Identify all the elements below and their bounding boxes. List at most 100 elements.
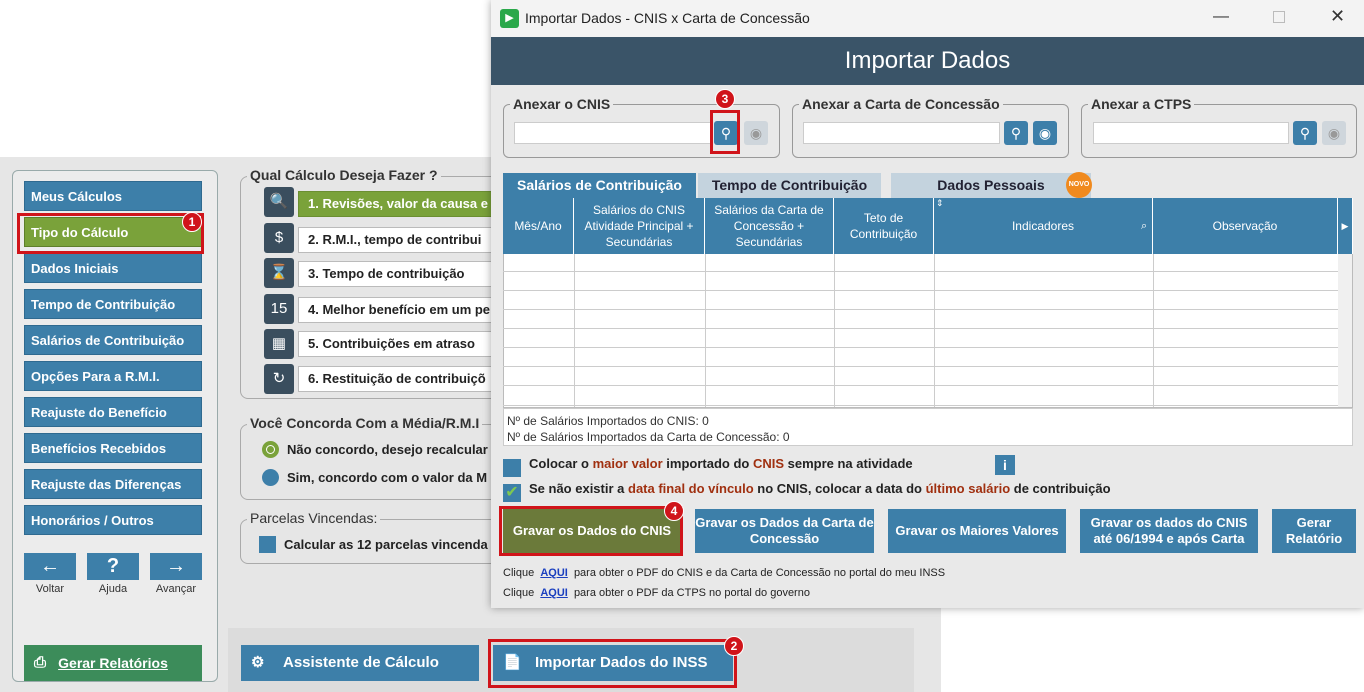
nav-dados-iniciais[interactable]: Dados Iniciais <box>24 253 202 283</box>
step-badge-4: 4 <box>664 501 684 521</box>
parcelas-title: Parcelas Vincendas: <box>247 510 381 526</box>
table-row[interactable] <box>503 291 1338 310</box>
table-row[interactable] <box>503 254 1338 272</box>
table-row[interactable] <box>503 348 1338 367</box>
attach-ctps-label: Anexar a CTPS <box>1088 96 1195 112</box>
carta-file-input[interactable] <box>803 122 1000 144</box>
nav-beneficios-recebidos[interactable]: Benefícios Recebidos <box>24 433 202 463</box>
import-dialog: ▶ Importar Dados - CNIS x Carta de Conce… <box>491 0 1364 608</box>
vertical-scrollbar[interactable] <box>1338 254 1352 407</box>
forward-button[interactable]: → <box>150 553 202 580</box>
info-icon[interactable]: i <box>995 455 1015 475</box>
ctps-pdf-link-line: Clique AQUI para obter o PDF da CTPS no … <box>503 587 810 599</box>
parcelas-checkbox[interactable] <box>259 536 276 553</box>
radio-nao-concordo[interactable] <box>262 441 279 458</box>
table-row[interactable] <box>503 367 1338 386</box>
calc-option-5[interactable]: 5. Contribuições em atraso <box>298 331 494 357</box>
nav-meus-calculos[interactable]: Meus Cálculos <box>24 181 202 211</box>
count-carta: Nº de Salários Importados da Carta de Co… <box>507 430 790 444</box>
gravar-carta-button[interactable]: Gravar os Dados da Carta de Concessão <box>695 509 874 553</box>
cnis-pdf-link-line: Clique AQUI para obter o PDF do CNIS e d… <box>503 567 946 579</box>
col-salarios-cnis[interactable]: Salários do CNIS Atividade Principal + S… <box>574 198 705 254</box>
assistente-calculo-button[interactable]: ⚙ Assistente de Cálculo <box>241 645 479 681</box>
nav-salarios-contribuicao[interactable]: Salários de Contribuição <box>24 325 202 355</box>
gerar-relatorio-button[interactable]: Gerar Relatório <box>1272 509 1356 553</box>
eye-icon: ◉ <box>749 125 763 141</box>
col-teto[interactable]: Teto de Contribuição <box>834 198 934 254</box>
parcelas-checkbox-label: Calcular as 12 parcelas vincenda <box>284 537 488 552</box>
col-divider <box>705 254 706 407</box>
carta-search-button[interactable]: ⚲ <box>1004 121 1028 145</box>
gerar-relatorios-label: Gerar Relatórios <box>58 655 168 671</box>
calc-option-1[interactable]: 1. Revisões, valor da causa e <box>298 191 494 217</box>
maior-valor-checkbox[interactable] <box>503 459 521 477</box>
col-indicadores[interactable]: Indicadores <box>934 198 1153 254</box>
cnis-file-input[interactable] <box>514 122 711 144</box>
step-badge-2: 2 <box>724 636 744 656</box>
printer-icon: ⎙ <box>34 654 47 671</box>
radio-nao-concordo-label: Não concordo, desejo recalcular <box>287 442 488 457</box>
table-row[interactable] <box>503 310 1338 329</box>
nav-opcoes-rmi[interactable]: Opções Para a R.M.I. <box>24 361 202 391</box>
ctps-file-input[interactable] <box>1093 122 1289 144</box>
ctps-search-button[interactable]: ⚲ <box>1293 121 1317 145</box>
dialog-header: Importar Dados <box>491 37 1364 85</box>
ctps-view-button[interactable]: ◉ <box>1322 121 1346 145</box>
help-button[interactable]: ? <box>87 553 139 580</box>
table-row[interactable] <box>503 386 1338 406</box>
col-mes-ano[interactable]: Mês/Ano <box>503 198 574 254</box>
tab-tempo[interactable]: Tempo de Contribuição <box>698 173 881 198</box>
gravar-1994-button[interactable]: Gravar os dados do CNIS até 06/1994 e ap… <box>1080 509 1258 553</box>
new-badge: NOVO <box>1066 172 1092 198</box>
carta-view-button[interactable]: ◉ <box>1033 121 1057 145</box>
calc-option-4[interactable]: 4. Melhor benefício em um pe <box>298 297 494 323</box>
search-icon: ⚲ <box>1010 125 1022 141</box>
eye-icon: ◉ <box>1327 125 1341 141</box>
col-salarios-carta[interactable]: Salários da Carta de Concessão + Secundá… <box>705 198 834 254</box>
gravar-maiores-button[interactable]: Gravar os Maiores Valores <box>888 509 1066 553</box>
cnis-pdf-link[interactable]: AQUI <box>540 567 568 579</box>
calendar-icon: 15 <box>264 294 294 324</box>
eye-icon: ◉ <box>1038 125 1052 141</box>
money-return-icon: ↻ <box>264 364 294 394</box>
col-observacao[interactable]: Observação <box>1153 198 1338 254</box>
agree-group <box>240 424 500 500</box>
step-badge-3: 3 <box>715 89 735 109</box>
minimize-icon[interactable]: — <box>1213 8 1229 26</box>
search-icon: ⌕ <box>1141 220 1148 232</box>
highlight-tipo-calculo <box>17 213 204 254</box>
col-divider <box>834 254 835 407</box>
maior-valor-label: Colocar o maior valor importado do CNIS … <box>529 456 913 471</box>
radio-sim-concordo-label: Sim, concordo com o valor da M <box>287 470 488 485</box>
data-final-checkbox[interactable]: ✔ <box>503 484 521 502</box>
cnis-view-button[interactable]: ◉ <box>744 121 768 145</box>
hand-money-icon: $ <box>264 223 294 253</box>
tab-dados-pessoais[interactable]: Dados Pessoais <box>891 173 1091 198</box>
nav-reajuste-diferencas[interactable]: Reajuste das Diferenças <box>24 469 202 499</box>
ctps-pdf-link[interactable]: AQUI <box>540 587 568 599</box>
maximize-icon[interactable] <box>1273 11 1285 23</box>
nav-tempo-contribuicao[interactable]: Tempo de Contribuição <box>24 289 202 319</box>
radio-sim-concordo[interactable] <box>262 469 279 486</box>
col-divider <box>934 254 935 407</box>
close-icon[interactable]: ✕ <box>1330 6 1345 27</box>
nav-honorarios-outros[interactable]: Honorários / Outros <box>24 505 202 535</box>
sort-icon: ⇕ <box>936 198 944 208</box>
data-final-label: Se não existir a data final do vínculo n… <box>529 481 1111 496</box>
calc-option-2[interactable]: 2. R.M.I., tempo de contribui <box>298 227 494 253</box>
calc-type-title: Qual Cálculo Deseja Fazer ? <box>247 167 441 183</box>
table-row[interactable] <box>503 329 1338 348</box>
agree-title: Você Concorda Com a Média/R.M.I <box>247 415 483 431</box>
table-row[interactable] <box>503 272 1338 291</box>
calc-option-3[interactable]: 3. Tempo de contribuição <box>298 261 494 287</box>
back-button[interactable]: ← <box>24 553 76 580</box>
scroll-right-icon[interactable]: ▶ <box>1338 198 1353 254</box>
assistente-label: Assistente de Cálculo <box>283 654 439 671</box>
nav-reajuste-beneficio[interactable]: Reajuste do Benefício <box>24 397 202 427</box>
calculator-icon: ▦ <box>264 329 294 359</box>
dialog-titlebar: ▶ Importar Dados - CNIS x Carta de Conce… <box>491 0 1364 37</box>
gerar-relatorios-button[interactable]: ⎙ Gerar Relatórios <box>24 645 202 681</box>
tab-salarios[interactable]: Salários de Contribuição <box>503 173 696 198</box>
calc-option-6[interactable]: 6. Restituição de contribuiçõ <box>298 366 494 392</box>
dialog-title: Importar Dados - CNIS x Carta de Concess… <box>525 10 810 26</box>
